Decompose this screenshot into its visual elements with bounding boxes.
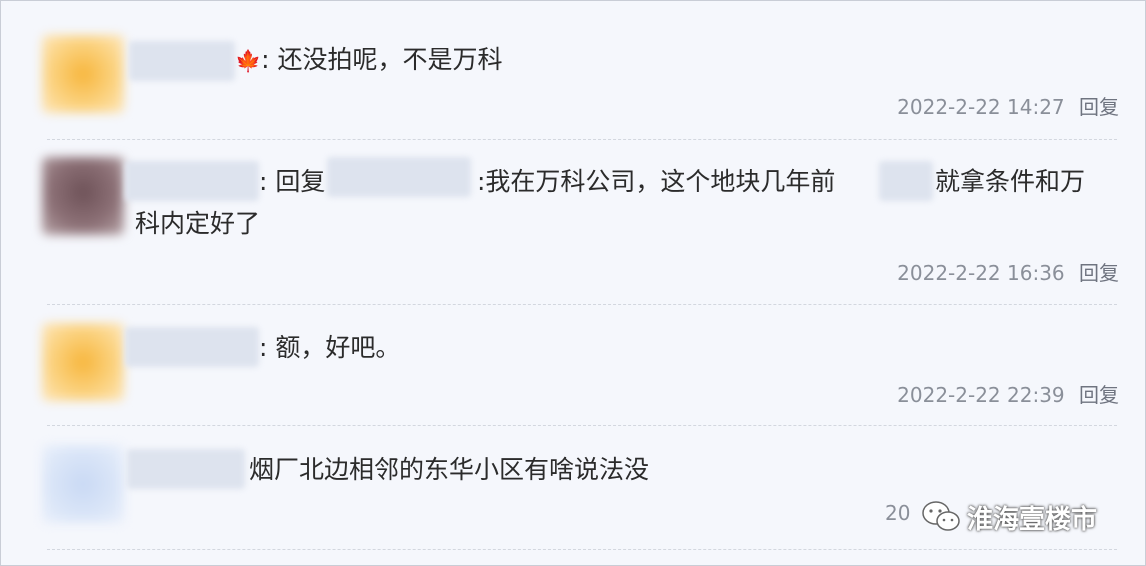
comment-text: :我在万科公司，这个地块几年前 [477, 167, 836, 196]
comment-meta: 2022-2-22 22:39 回复 [897, 379, 1119, 408]
comment-meta: 2022-2-22 14:27 回复 [897, 91, 1119, 120]
reply-button[interactable]: 回复 [1079, 95, 1119, 119]
timestamp: 20 [885, 501, 911, 525]
reply-button[interactable]: 回复 [1079, 261, 1119, 285]
comment-list: 🍁: 还没拍呢，不是万科 2022-2-22 14:27 回复 : 回复 :我在… [0, 0, 1146, 566]
divider [47, 549, 1117, 550]
comment-text: 🍁: 还没拍呢，不是万科 [235, 45, 503, 74]
divider [47, 425, 1117, 426]
avatar[interactable] [42, 157, 124, 235]
reply-target-redacted[interactable] [327, 157, 471, 197]
avatar[interactable] [42, 323, 124, 401]
username-redacted[interactable] [125, 327, 259, 367]
divider [47, 304, 1117, 305]
watermark: 淮海壹楼市 [921, 495, 1097, 539]
reply-prefix: : 回复 [259, 167, 326, 196]
timestamp: 2022-2-22 16:36 [897, 261, 1065, 285]
wechat-icon [922, 501, 960, 531]
comment-meta: 2022-2-22 16:36 回复 [897, 257, 1119, 286]
comment-text: 烟厂北边相邻的东华小区有啥说法没 [249, 455, 650, 484]
reply-button[interactable]: 回复 [1079, 383, 1119, 407]
avatar[interactable] [42, 445, 124, 523]
maple-leaf-icon: 🍁 [235, 49, 262, 73]
username-redacted[interactable] [125, 161, 259, 201]
timestamp: 2022-2-22 14:27 [897, 95, 1065, 119]
username-redacted[interactable] [127, 449, 245, 489]
avatar[interactable] [42, 35, 124, 113]
divider [47, 139, 1117, 140]
username-redacted[interactable] [129, 41, 235, 81]
redacted-text [879, 161, 933, 201]
timestamp: 2022-2-22 22:39 [897, 383, 1065, 407]
comment-text: : 额，好吧。 [259, 333, 401, 362]
comment-text-continued: 就拿条件和万 [935, 167, 1086, 196]
comment-text-line2: 科内定好了 [135, 209, 261, 238]
comment-meta: 20 [885, 501, 910, 525]
watermark-text: 淮海壹楼市 [967, 504, 1098, 535]
